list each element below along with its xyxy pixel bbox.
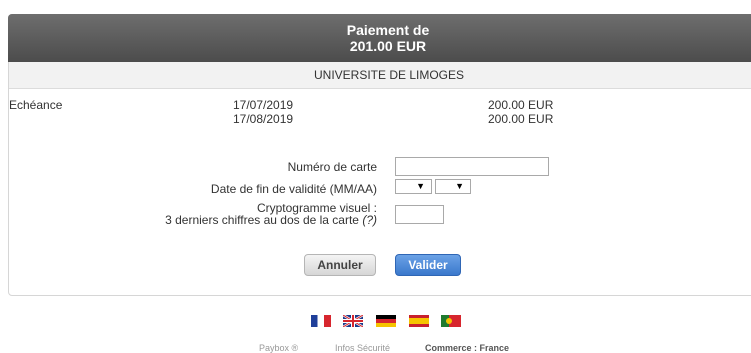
flag-spain-icon[interactable] — [409, 315, 429, 327]
footer-paybox-link[interactable]: Paybox ® — [259, 343, 298, 353]
payment-header: Paiement de 201.00 EUR — [8, 14, 751, 62]
dropdown-arrow-icon: ▼ — [455, 181, 464, 191]
schedule-date-2: 17/08/2019 — [233, 112, 294, 126]
expiry-label: Date de fin de validité (MM/AA) — [210, 182, 377, 196]
expiry-month-select[interactable]: ▼ — [395, 179, 432, 194]
card-number-input[interactable] — [395, 157, 549, 176]
flag-germany-icon[interactable] — [376, 315, 396, 327]
cvv-input[interactable] — [395, 205, 444, 224]
dropdown-arrow-icon: ▼ — [416, 181, 425, 191]
schedule-date-1: 17/07/2019 — [233, 98, 294, 112]
schedule-amount-2: 200.00 EUR — [488, 112, 554, 126]
payment-title: Paiement de — [346, 22, 430, 38]
cvv-help-link[interactable]: (?) — [362, 213, 377, 227]
cancel-button[interactable]: Annuler — [304, 254, 376, 276]
flag-france-icon[interactable] — [311, 315, 331, 327]
merchant-name: UNIVERSITE DE LIMOGES — [9, 62, 751, 89]
union-jack-graphic — [343, 315, 363, 327]
flag-uk-icon[interactable] — [343, 315, 363, 327]
expiry-year-select[interactable]: ▼ — [435, 179, 471, 194]
cvv-label-text: 3 derniers chiffres au dos de la carte — [165, 213, 359, 227]
cvv-label-line2: 3 derniers chiffres au dos de la carte (… — [165, 213, 377, 227]
validate-button[interactable]: Valider — [395, 254, 461, 276]
footer-commerce-link[interactable]: Commerce : France — [425, 343, 509, 353]
portugal-emblem — [446, 318, 452, 324]
footer-security-link[interactable]: Infos Sécurité — [335, 343, 390, 353]
schedule-label: Echéance — [9, 98, 63, 112]
payment-amount: 201.00 EUR — [349, 38, 427, 54]
flag-portugal-icon[interactable] — [441, 315, 461, 327]
schedule-amount-1: 200.00 EUR — [488, 98, 554, 112]
card-number-label: Numéro de carte — [287, 160, 377, 174]
